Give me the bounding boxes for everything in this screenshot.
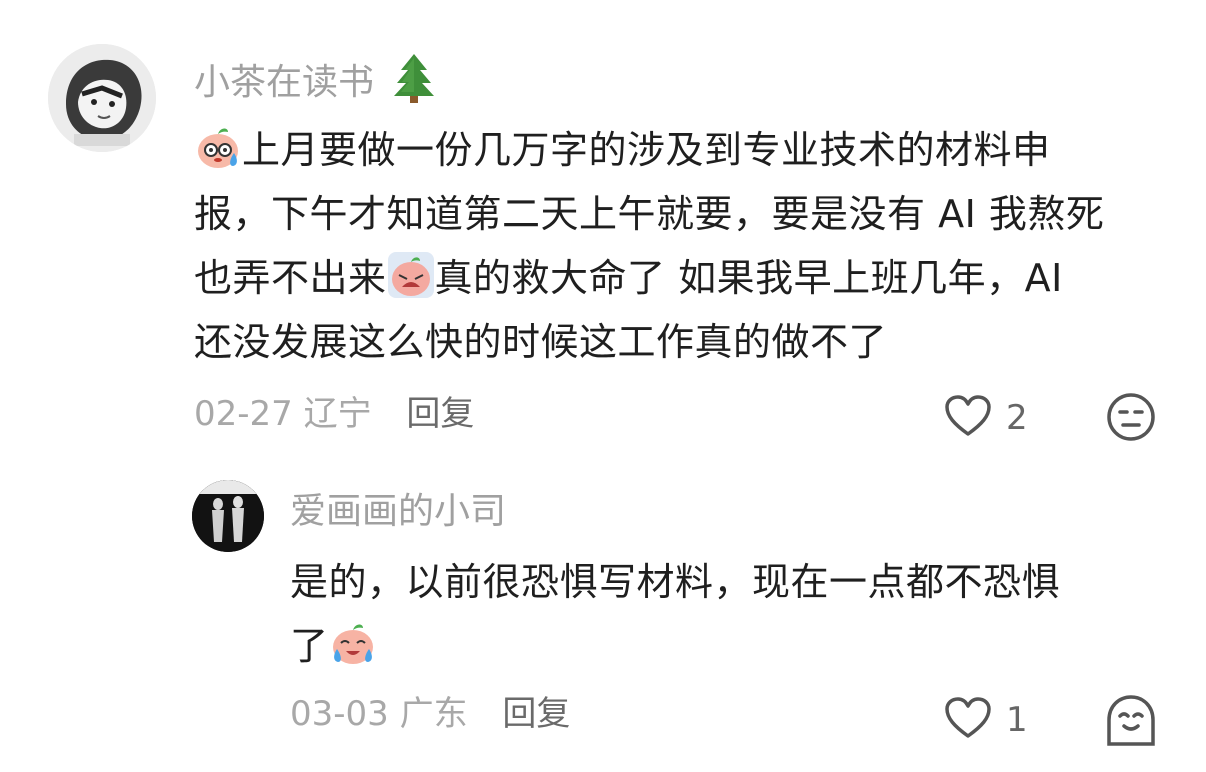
comment-body: 上月要做一份几万字的涉及到专业技术的材料申 报，下午才知道第二天上午就要，要是没… <box>194 118 1184 374</box>
comment-line-text: 还没发展这么快的时候这工作真的做不了 <box>194 320 888 364</box>
sweat-face-icon <box>194 123 242 171</box>
comment-location: 辽宁 <box>303 394 372 434</box>
reaction-button[interactable] <box>1106 392 1156 446</box>
comment-meta: 02-27 辽宁 回复 <box>194 392 474 436</box>
comment-line-text: 报，下午才知道第二天上午就要，要是没有 AI 我熬死 <box>194 192 1105 236</box>
avatar-illustration <box>48 44 156 152</box>
reply-button[interactable]: 回复 <box>406 394 474 434</box>
comment-line-text: 真的救大命了 如果我早上班几年，AI <box>434 256 1063 300</box>
comment-line: 也弄不出来 真的救大命了 如果我早上班几年，AI <box>194 246 1184 310</box>
reply-username[interactable]: 爱画画的小司 <box>290 488 506 536</box>
like-count: 2 <box>1006 398 1028 438</box>
reply-avatar[interactable] <box>192 480 264 552</box>
reply-line-text: 是的，以前很恐惧写材料，现在一点都不恐惧 <box>290 560 1061 604</box>
comment-line-text: 上月要做一份几万字的涉及到专业技术的材料申 <box>242 128 1051 172</box>
comment-line: 报，下午才知道第二天上午就要，要是没有 AI 我熬死 <box>194 182 1184 246</box>
tearful-face-icon <box>329 619 377 667</box>
heart-icon <box>945 697 991 738</box>
like-count: 1 <box>1006 700 1028 740</box>
like-button[interactable] <box>944 696 992 744</box>
heart-icon <box>945 395 991 436</box>
reply-meta: 03-03 广东 回复 <box>290 692 570 736</box>
comment-username[interactable]: 小茶在读书 <box>194 52 437 117</box>
reaction-button[interactable] <box>1106 694 1156 754</box>
comment-line-text: 也弄不出来 <box>194 256 387 300</box>
reply-location: 广东 <box>399 694 468 734</box>
comment-line: 还没发展这么快的时候这工作真的做不了 <box>194 310 1184 374</box>
reply-line: 了 <box>290 614 1180 678</box>
comment-date: 02-27 <box>194 394 293 434</box>
crying-face-icon <box>387 251 435 299</box>
drooling-face-icon <box>1107 695 1155 746</box>
avatar-illustration <box>192 480 264 552</box>
username-text: 小茶在读书 <box>194 62 375 103</box>
pine-tree-icon <box>391 52 437 117</box>
reply-button[interactable]: 回复 <box>502 694 570 734</box>
reply-line: 是的，以前很恐惧写材料，现在一点都不恐惧 <box>290 550 1180 614</box>
comment-line: 上月要做一份几万字的涉及到专业技术的材料申 <box>194 118 1184 182</box>
reply-date: 03-03 <box>290 694 389 734</box>
avatar[interactable] <box>48 44 156 152</box>
reply-line-text: 了 <box>290 624 329 668</box>
like-button[interactable] <box>944 394 992 442</box>
meh-face-icon <box>1107 393 1155 441</box>
reply-body: 是的，以前很恐惧写材料，现在一点都不恐惧 了 <box>290 550 1180 678</box>
